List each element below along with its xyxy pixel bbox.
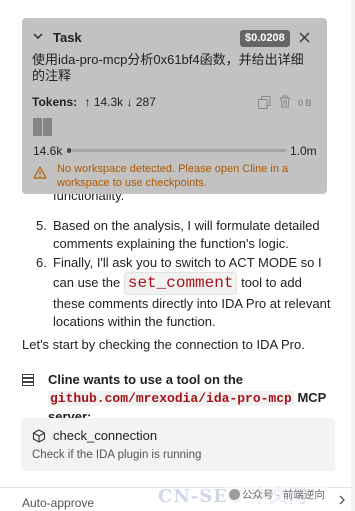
task-title: Task [53, 30, 82, 45]
step-number: 5. [36, 218, 47, 233]
cube-icon [32, 429, 46, 443]
scrollbar[interactable] [351, 0, 355, 511]
context-used: 14.6k [33, 144, 63, 158]
close-icon[interactable] [298, 31, 311, 44]
chevron-down-icon[interactable] [32, 30, 44, 42]
storage-size: 0 B [298, 98, 312, 108]
tool-name: check_connection [53, 428, 158, 443]
trash-icon[interactable] [279, 95, 291, 108]
context-max: 1.0m [290, 144, 317, 158]
tool-call-card: check_connection Check if the IDA plugin… [21, 418, 335, 471]
tool-request-prefix: Cline wants to use a tool on the [48, 372, 244, 387]
copy-icon[interactable] [258, 96, 271, 109]
tokens-label: Tokens: [32, 95, 78, 109]
context-progress-track [67, 148, 286, 153]
tokens-down: 287 [135, 95, 156, 109]
arrow-down-icon: ↓ [126, 95, 133, 109]
warning-icon [33, 166, 47, 179]
task-description: 使用ida-pro-mcp分析0x61bf4函数，并给出详细的注释 [32, 52, 304, 83]
watermark-account: 公众号 · 前端逆向 [242, 489, 325, 501]
mcp-server-name: github.com/mrexodia/ida-pro-mcp [48, 391, 294, 406]
tokens-up: 14.3k [93, 95, 124, 109]
server-icon [22, 374, 34, 386]
auto-approve-label: Auto-approve [22, 496, 95, 510]
chevron-right-icon[interactable] [337, 495, 347, 505]
token-usage: Tokens: ↑ 14.3k ↓ 287 [32, 95, 156, 109]
step-number: 6. [36, 255, 47, 270]
assistant-message: Let's start by checking the connection t… [22, 337, 305, 352]
watermark: 公众号 · 前端逆向 [226, 486, 328, 503]
inline-code: set_comment [123, 272, 238, 295]
cost-badge: $0.0208 [240, 30, 290, 47]
context-progress-fill [67, 148, 71, 153]
plan-step-5: 5. Based on the analysis, I will formula… [36, 217, 336, 253]
step-text: Based on the analysis, I will formulate … [53, 218, 320, 251]
arrow-up-icon: ↑ [84, 95, 91, 109]
tool-description: Check if the IDA plugin is running [32, 449, 202, 461]
wechat-icon [229, 489, 240, 500]
task-header-card: Task $0.0208 使用ida-pro-mcp分析0x61bf4函数，并给… [22, 18, 327, 194]
plan-steps: functionality. 5. Based on the analysis,… [36, 188, 336, 331]
plan-step-6: 6. Finally, I'll ask you to switch to AC… [36, 254, 336, 331]
context-window-icon [33, 118, 63, 136]
checkpoint-warning: No workspace detected. Please open Cline… [57, 163, 289, 189]
